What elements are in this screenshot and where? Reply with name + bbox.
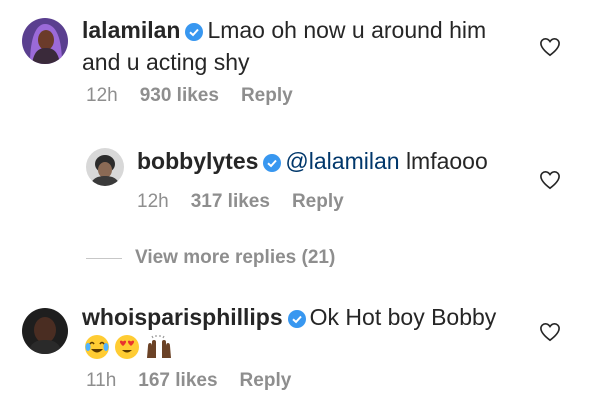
comment-body: lmfaooo — [405, 148, 488, 174]
verified-icon — [185, 19, 204, 48]
username[interactable]: bobbylytes — [137, 148, 258, 174]
likes-count[interactable]: 317 likes — [191, 191, 270, 212]
comment-text: bobbylytes @lalamilan lmfaooo — [137, 147, 517, 179]
joy-emoji — [85, 335, 109, 359]
reply-button[interactable]: Reply — [292, 191, 344, 212]
verified-icon — [263, 150, 282, 179]
comment-meta: 11h 167 likes Reply — [86, 370, 313, 392]
comment-body-line2: and u acting shy — [82, 49, 250, 75]
reply-button[interactable]: Reply — [240, 370, 292, 391]
likes-count[interactable]: 167 likes — [138, 370, 217, 391]
emoji-row — [84, 334, 174, 360]
comment-body: Lmao oh now u around him — [207, 17, 487, 43]
divider — [86, 258, 122, 259]
heart-eyes-emoji — [115, 335, 139, 359]
avatar[interactable] — [86, 148, 124, 186]
avatar[interactable] — [22, 308, 68, 354]
timestamp: 12h — [137, 191, 169, 212]
heart-icon[interactable] — [539, 170, 561, 190]
username[interactable]: lalamilan — [82, 17, 180, 43]
likes-count[interactable]: 930 likes — [140, 85, 219, 106]
heart-icon[interactable] — [539, 322, 561, 342]
comment-body: Ok Hot boy Bobby — [309, 304, 497, 330]
timestamp: 12h — [86, 85, 118, 106]
mention-link[interactable]: @lalamilan — [285, 148, 399, 174]
comment-meta: 12h 930 likes Reply — [86, 85, 315, 107]
avatar[interactable] — [22, 18, 68, 64]
heart-icon[interactable] — [539, 37, 561, 57]
comment-meta: 12h 317 likes Reply — [137, 191, 366, 213]
raised-hands-emoji — [147, 335, 171, 358]
view-more-replies-button[interactable]: View more replies (21) — [135, 247, 335, 269]
username[interactable]: whoisparisphillips — [82, 304, 283, 330]
reply-button[interactable]: Reply — [241, 85, 293, 106]
comment-text: lalamilan Lmao oh now u around him and u … — [82, 16, 512, 77]
verified-icon — [287, 306, 306, 335]
comment-text: whoisparisphillips Ok Hot boy Bobby — [82, 303, 522, 335]
timestamp: 11h — [86, 370, 117, 391]
